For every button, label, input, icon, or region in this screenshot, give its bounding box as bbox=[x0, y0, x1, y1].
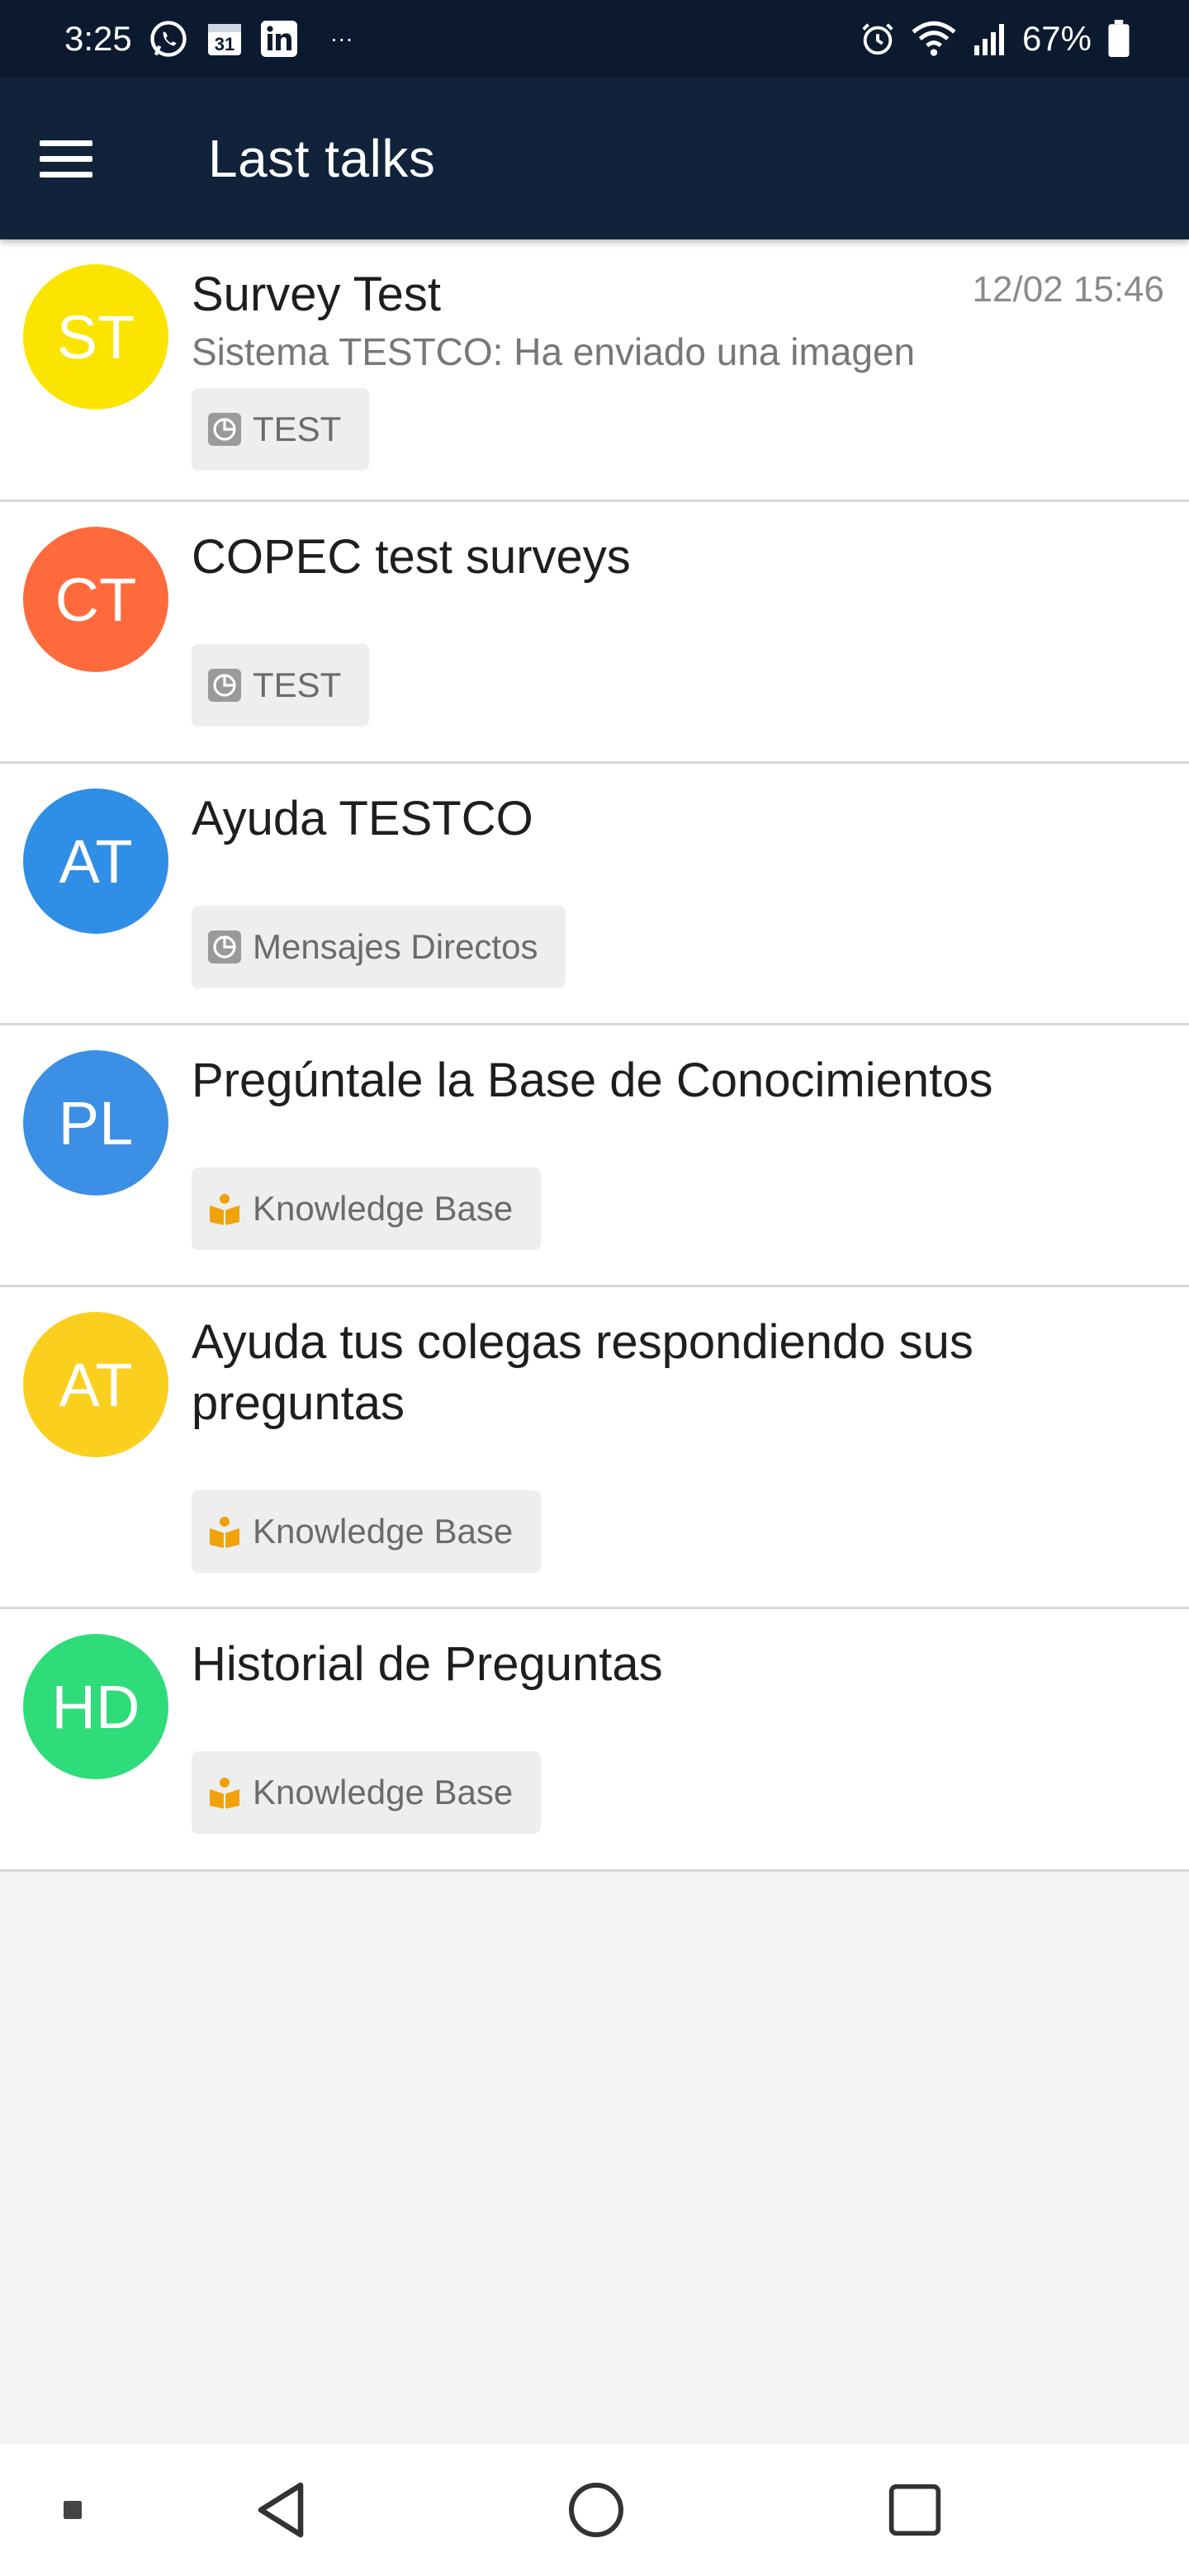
linkedin-icon bbox=[259, 19, 299, 59]
survey-icon bbox=[208, 669, 241, 702]
dot-indicator-icon bbox=[64, 2501, 82, 2519]
avatar: AT bbox=[23, 788, 168, 934]
tag-label: Knowledge Base bbox=[253, 1773, 514, 1811]
talk-title: Ayuda TESTCO bbox=[192, 792, 533, 845]
talk-tag: Knowledge Base bbox=[192, 1751, 542, 1834]
status-time: 3:25 bbox=[64, 19, 132, 58]
status-bar: 3:25 31 ··· 67% bbox=[0, 0, 1189, 78]
avatar: HD bbox=[23, 1634, 168, 1779]
book-icon bbox=[208, 1515, 241, 1548]
avatar: PL bbox=[23, 1050, 168, 1196]
battery-percent: 67% bbox=[1021, 19, 1092, 58]
home-icon[interactable] bbox=[566, 2480, 626, 2540]
tag-label: Knowledge Base bbox=[253, 1189, 514, 1228]
avatar: ST bbox=[23, 264, 168, 410]
talk-title: COPEC test surveys bbox=[192, 530, 631, 584]
status-left: 3:25 31 ··· bbox=[64, 17, 353, 60]
calendar-day: 31 bbox=[215, 34, 234, 54]
calendar-icon: 31 bbox=[205, 19, 244, 59]
talk-title: Historial de Preguntas bbox=[192, 1637, 663, 1691]
talk-timestamp: 12/02 15:46 bbox=[972, 269, 1164, 310]
system-navigation-bar bbox=[0, 2444, 1189, 2576]
talk-title: Pregúntale la Base de Conocimientos bbox=[192, 1054, 993, 1107]
tag-label: Mensajes Directos bbox=[253, 927, 538, 966]
talk-row[interactable]: PL Pregúntale la Base de Conocimientos K… bbox=[0, 1025, 1189, 1287]
recents-icon[interactable] bbox=[887, 2482, 943, 2538]
whatsapp-icon bbox=[147, 17, 190, 60]
talk-title: Ayuda tus colegas respondiendo sus pregu… bbox=[192, 1315, 973, 1430]
talk-tag: TEST bbox=[192, 388, 370, 471]
tag-label: Knowledge Base bbox=[253, 1512, 514, 1551]
talk-tag: Mensajes Directos bbox=[192, 906, 566, 988]
talk-tag: Knowledge Base bbox=[192, 1167, 542, 1250]
menu-line bbox=[40, 171, 92, 178]
talk-last-message bbox=[192, 1111, 1164, 1158]
avatar: AT bbox=[23, 1312, 168, 1457]
talk-last-message bbox=[192, 1695, 1164, 1741]
talk-last-message bbox=[192, 588, 1164, 634]
survey-icon bbox=[208, 930, 241, 964]
talk-tag: TEST bbox=[192, 644, 370, 727]
talk-last-message: Sistema TESTCO: Ha enviado una imagen bbox=[192, 330, 916, 373]
survey-icon bbox=[208, 413, 241, 446]
back-icon[interactable] bbox=[253, 2480, 308, 2540]
alarm-icon bbox=[859, 20, 897, 58]
page-title: Last talks bbox=[208, 129, 436, 188]
avatar: CT bbox=[23, 527, 168, 672]
overflow-indicator: ··· bbox=[329, 26, 353, 51]
status-right: 67% bbox=[859, 19, 1131, 59]
talk-last-message bbox=[192, 850, 1164, 896]
talk-tag: Knowledge Base bbox=[192, 1490, 542, 1573]
talk-row[interactable]: AT Ayuda TESTCO Mensajes Directos bbox=[0, 764, 1189, 1025]
menu-line bbox=[40, 155, 92, 162]
talk-row[interactable]: ST 12/02 15:46 Survey Test Sistema TESTC… bbox=[0, 239, 1189, 502]
wifi-icon bbox=[912, 20, 956, 58]
hamburger-menu-icon[interactable] bbox=[40, 117, 122, 200]
tag-label: TEST bbox=[253, 410, 342, 448]
talks-list: ST 12/02 15:46 Survey Test Sistema TESTC… bbox=[0, 239, 1189, 1872]
talk-row[interactable]: CT COPEC test surveys TEST bbox=[0, 502, 1189, 764]
book-icon bbox=[208, 1776, 241, 1809]
talk-last-message bbox=[192, 1434, 1164, 1480]
talk-row[interactable]: AT Ayuda tus colegas respondiendo sus pr… bbox=[0, 1287, 1189, 1609]
tag-label: TEST bbox=[253, 665, 342, 704]
book-icon bbox=[208, 1192, 241, 1225]
battery-icon bbox=[1106, 20, 1131, 58]
signal-icon bbox=[971, 21, 1007, 57]
menu-line bbox=[40, 140, 92, 146]
talk-row[interactable]: HD Historial de Preguntas Knowledge Base bbox=[0, 1609, 1189, 1872]
app-bar: Last talks bbox=[0, 78, 1189, 239]
